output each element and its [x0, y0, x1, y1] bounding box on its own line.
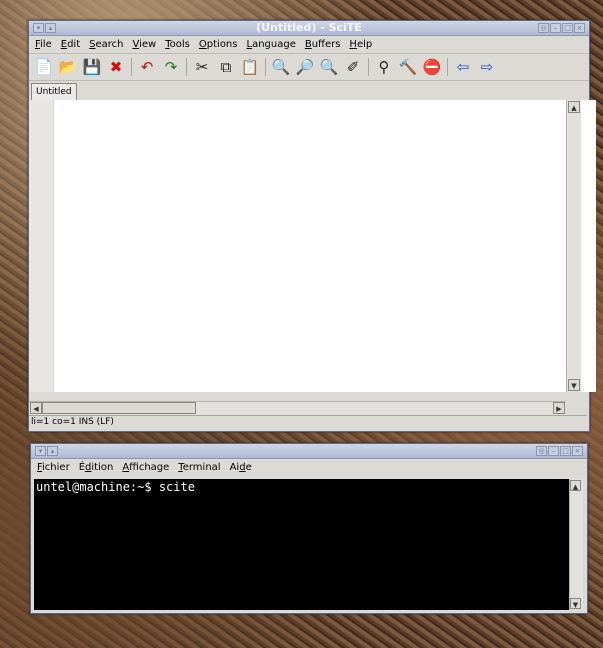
menu-label-suffix: erminal: [182, 462, 221, 473]
menu-label-suffix: uffers: [311, 39, 341, 50]
toolbar-separator: [131, 58, 132, 76]
horizontal-scroll-thumb[interactable]: [42, 402, 196, 414]
compile-icon[interactable]: 🔨: [398, 57, 418, 77]
terminal-close-button[interactable]: ×: [572, 446, 583, 456]
scroll-up-arrow[interactable]: ▲: [568, 101, 580, 113]
menu-label-suffix: iew: [139, 39, 157, 50]
menu-label-suffix: anguage: [252, 39, 296, 50]
scite-menu-search[interactable]: Search: [89, 39, 123, 50]
menu-label-suffix: ools: [169, 39, 190, 50]
scite-window: ▾ ▴ (Untitled) - SciTE ◎ – □ × File Edit Searc…: [28, 20, 596, 432]
redo-icon[interactable]: ↷: [161, 57, 181, 77]
toolbar-separator: [368, 58, 369, 76]
terminal-window-menu-button[interactable]: ▾: [35, 446, 46, 456]
scite-menu-help[interactable]: Help: [349, 39, 372, 50]
buffer-tabs: Untitled: [29, 81, 589, 102]
scite-toolbar: 📄 📂 💾 ✖ ↶ ↷ ✂ ⧉ 📋 🔍 🔎 🔍 ✐ ⚲ 🔨 ⛔ ⇦ ⇨: [29, 54, 589, 81]
editor-area[interactable]: [29, 100, 596, 392]
find-in-files-icon[interactable]: 🔍: [319, 57, 339, 77]
menu-label-suffix: e: [245, 462, 252, 473]
menu-label-prefix: Ai: [229, 462, 240, 473]
tab-untitled[interactable]: Untitled: [31, 83, 77, 101]
menu-label-suffix: dit: [67, 39, 81, 50]
terminal-vertical-scrollbar[interactable]: ▲ ▼: [569, 479, 583, 610]
terminal-menu-affichage[interactable]: Affichage: [122, 462, 169, 473]
terminal-minimize-button[interactable]: –: [548, 446, 559, 456]
scroll-left-arrow[interactable]: ◀: [30, 402, 42, 414]
scite-menu-tools[interactable]: Tools: [165, 39, 190, 50]
replace-icon[interactable]: ✐: [343, 57, 363, 77]
undo-icon[interactable]: ↶: [137, 57, 157, 77]
minimize-button[interactable]: –: [550, 23, 561, 33]
window-title: (Untitled) - SciTE: [256, 21, 362, 34]
line-number-margin: [29, 100, 54, 392]
terminal-shade-button[interactable]: ▴: [47, 446, 58, 456]
terminal-menu-fichier[interactable]: Fichier: [37, 462, 70, 473]
menu-label-suffix: elp: [356, 39, 373, 50]
open-folder-icon[interactable]: 📂: [58, 57, 78, 77]
menu-mnemonic: H: [349, 39, 357, 50]
new-file-icon[interactable]: 📄: [34, 57, 54, 77]
terminal-menu-edition[interactable]: Édition: [79, 462, 114, 473]
menu-label-suffix: earch: [95, 39, 124, 50]
scite-menu-view[interactable]: View: [133, 39, 157, 50]
scite-menu-options[interactable]: Options: [199, 39, 238, 50]
scite-menu-file[interactable]: File: [35, 39, 52, 50]
find-icon[interactable]: 🔍: [271, 57, 291, 77]
previous-buffer-icon[interactable]: ⇦: [453, 57, 473, 77]
scite-menu-language[interactable]: Language: [246, 39, 295, 50]
terminal-stick-button[interactable]: ◎: [536, 446, 547, 456]
terminal-menu-aide[interactable]: Aide: [230, 462, 252, 473]
binoculars-icon[interactable]: ⚲: [374, 57, 394, 77]
editor-vertical-scrollbar[interactable]: ▲ ▼: [566, 100, 581, 392]
scroll-right-arrow[interactable]: ▶: [553, 402, 565, 414]
editor-horizontal-scrollbar[interactable]: ◀ ▶: [29, 401, 566, 415]
stop-icon[interactable]: ⛔: [422, 57, 442, 77]
toolbar-separator: [447, 58, 448, 76]
scite-menu-edit[interactable]: Edit: [61, 39, 80, 50]
cut-icon[interactable]: ✂: [192, 57, 212, 77]
terminal-menubar: Fichier Édition Affichage Terminal Aide: [31, 459, 587, 476]
scroll-down-arrow[interactable]: ▼: [568, 379, 580, 391]
menu-label-suffix: ition: [91, 462, 114, 473]
close-window-button[interactable]: ×: [574, 23, 585, 33]
status-bar: li=1 co=1 INS (LF): [29, 415, 587, 429]
scite-menubar: File Edit Search View Tools Options Language Bu…: [29, 36, 589, 54]
menu-label-suffix: ile: [40, 39, 52, 50]
find-next-icon[interactable]: 🔎: [295, 57, 315, 77]
terminal-window: ▾ ▴ ◎ – □ × Fichier Édition Affichage Terminal A…: [30, 443, 588, 614]
menu-label-suffix: ptions: [206, 39, 238, 50]
next-buffer-icon[interactable]: ⇨: [477, 57, 497, 77]
toolbar-separator: [265, 58, 266, 76]
scite-titlebar[interactable]: ▾ ▴ (Untitled) - SciTE ◎ – □ ×: [29, 21, 589, 36]
menu-label-suffix: ffichage: [129, 462, 170, 473]
scite-menu-buffers[interactable]: Buffers: [305, 39, 341, 50]
menu-mnemonic: B: [304, 39, 312, 50]
terminal-maximize-button[interactable]: □: [560, 446, 571, 456]
copy-icon[interactable]: ⧉: [216, 57, 236, 77]
paste-icon[interactable]: 📋: [240, 57, 260, 77]
stick-button[interactable]: ◎: [538, 23, 549, 33]
terminal-scroll-up-arrow[interactable]: ▲: [570, 480, 581, 491]
terminal-output[interactable]: untel@machine:~$ scite: [34, 479, 569, 610]
toolbar-separator: [186, 58, 187, 76]
terminal-prompt-line: untel@machine:~$ scite: [36, 480, 195, 494]
menu-label-suffix: ichier: [42, 462, 70, 473]
terminal-menu-terminal[interactable]: Terminal: [178, 462, 220, 473]
close-icon[interactable]: ✖: [106, 57, 126, 77]
save-icon[interactable]: 💾: [82, 57, 102, 77]
menu-mnemonic: O: [198, 39, 207, 50]
maximize-button[interactable]: □: [562, 23, 573, 33]
terminal-titlebar[interactable]: ▾ ▴ ◎ – □ ×: [31, 444, 587, 459]
terminal-scroll-down-arrow[interactable]: ▼: [570, 598, 581, 609]
